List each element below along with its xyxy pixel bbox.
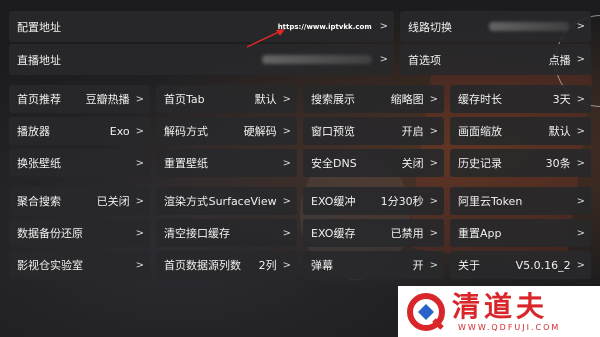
danmaku-value: 开 xyxy=(412,259,424,272)
player-item[interactable]: 播放器 Exo > xyxy=(9,117,150,145)
homepage-columns-item[interactable]: 首页数据源列数 2列 > xyxy=(156,251,297,279)
lab-item[interactable]: 影视仓实验室 > xyxy=(9,251,150,279)
chevron-right-icon: > xyxy=(429,93,438,105)
chevron-right-icon: > xyxy=(429,259,438,271)
about-value: V5.0.16_2 xyxy=(515,258,571,272)
decode-mode-value: 硬解码 xyxy=(243,125,277,138)
about-item[interactable]: 关于 V5.0.16_2 > xyxy=(450,251,591,279)
lab-label: 影视仓实验室 xyxy=(17,259,83,272)
player-value: Exo xyxy=(109,124,130,138)
search-display-label: 搜索展示 xyxy=(311,93,355,106)
render-mode-item[interactable]: 渲染方式 SurfaceView > xyxy=(156,187,297,215)
player-label: 播放器 xyxy=(17,125,50,138)
exo-cache-label: EXO缓存 xyxy=(311,227,356,240)
homepage-columns-label: 首页数据源列数 xyxy=(164,259,241,272)
reset-wallpaper-label: 重置壁纸 xyxy=(164,157,208,170)
clear-cache-item[interactable]: 清空接口缓存 > xyxy=(156,219,297,247)
secure-dns-value: 关闭 xyxy=(401,157,424,170)
cache-duration-value: 3天 xyxy=(552,93,571,106)
chevron-right-icon: > xyxy=(282,125,291,137)
window-preview-label: 窗口预览 xyxy=(311,125,355,138)
screen-zoom-value: 默认 xyxy=(548,125,571,138)
chevron-right-icon: > xyxy=(429,195,438,207)
chevron-right-icon: > xyxy=(135,157,144,169)
chevron-right-icon: > xyxy=(576,125,585,137)
chevron-right-icon: > xyxy=(282,259,291,271)
chevron-right-icon: > xyxy=(135,227,144,239)
chevron-right-icon: > xyxy=(282,195,291,207)
history-label: 历史记录 xyxy=(458,157,502,170)
watermark-url: WWW.QDFUJI.COM xyxy=(458,323,561,332)
aggregate-search-label: 聚合搜索 xyxy=(17,195,61,208)
homepage-recommend-value: 豆瓣热播 xyxy=(85,93,130,106)
settings-screen: 配置地址 https://www.iptvkk.com > 线路切换 > 直播地… xyxy=(0,0,600,337)
search-display-value: 缩略图 xyxy=(390,93,424,106)
exo-cache-item[interactable]: EXO缓存 已禁用 > xyxy=(303,219,444,247)
render-mode-label: 渲染方式 xyxy=(164,195,208,208)
homepage-tab-item[interactable]: 首页Tab 默认 > xyxy=(156,85,297,113)
homepage-recommend-label: 首页推荐 xyxy=(17,93,61,106)
chevron-right-icon: > xyxy=(576,195,585,207)
decode-mode-item[interactable]: 解码方式 硬解码 > xyxy=(156,117,297,145)
change-wallpaper-item[interactable]: 换张壁纸 > xyxy=(9,149,150,177)
danmaku-label: 弹幕 xyxy=(311,259,333,272)
exo-cache-value: 已禁用 xyxy=(390,227,424,240)
clear-cache-label: 清空接口缓存 xyxy=(164,227,230,240)
watermark-title: 清道夫 xyxy=(452,290,549,323)
chevron-right-icon: > xyxy=(135,125,144,137)
cache-duration-item[interactable]: 缓存时长 3天 > xyxy=(450,85,591,113)
about-label: 关于 xyxy=(458,259,480,272)
search-display-item[interactable]: 搜索展示 缩略图 > xyxy=(303,85,444,113)
exo-buffer-item[interactable]: EXO缓冲 1分30秒 > xyxy=(303,187,444,215)
chevron-right-icon: > xyxy=(282,157,291,169)
watermark-logo-icon xyxy=(407,292,445,331)
reset-wallpaper-item[interactable]: 重置壁纸 > xyxy=(156,149,297,177)
aggregate-search-value: 已关闭 xyxy=(96,195,130,208)
screen-zoom-label: 画面缩放 xyxy=(458,125,502,138)
chevron-right-icon: > xyxy=(429,157,438,169)
chevron-right-icon: > xyxy=(135,195,144,207)
screen-zoom-item[interactable]: 画面缩放 默认 > xyxy=(450,117,591,145)
decode-mode-label: 解码方式 xyxy=(164,125,208,138)
exo-buffer-value: 1分30秒 xyxy=(380,195,424,208)
aliyun-token-item[interactable]: 阿里云Token > xyxy=(450,187,591,215)
chevron-right-icon: > xyxy=(576,157,585,169)
homepage-tab-value: 默认 xyxy=(254,93,277,106)
secure-dns-label: 安全DNS xyxy=(311,157,357,170)
aggregate-search-item[interactable]: 聚合搜索 已关闭 > xyxy=(9,187,150,215)
homepage-recommend-item[interactable]: 首页推荐 豆瓣热播 > xyxy=(9,85,150,113)
danmaku-item[interactable]: 弹幕 开 > xyxy=(303,251,444,279)
homepage-columns-value: 2列 xyxy=(258,259,277,272)
data-backup-item[interactable]: 数据备份还原 > xyxy=(9,219,150,247)
render-mode-value: SurfaceView xyxy=(208,194,277,208)
reset-app-label: 重置App xyxy=(458,227,502,240)
data-backup-label: 数据备份还原 xyxy=(17,227,83,240)
secure-dns-item[interactable]: 安全DNS 关闭 > xyxy=(303,149,444,177)
chevron-right-icon: > xyxy=(429,227,438,239)
chevron-right-icon: > xyxy=(135,259,144,271)
exo-buffer-label: EXO缓冲 xyxy=(311,195,356,208)
change-wallpaper-label: 换张壁纸 xyxy=(17,157,61,170)
chevron-right-icon: > xyxy=(282,93,291,105)
watermark: 清道夫 WWW.QDFUJI.COM xyxy=(398,286,600,337)
window-preview-value: 开启 xyxy=(401,125,424,138)
window-preview-item[interactable]: 窗口预览 开启 > xyxy=(303,117,444,145)
reset-app-item[interactable]: 重置App > xyxy=(450,219,591,247)
chevron-right-icon: > xyxy=(282,227,291,239)
history-value: 30条 xyxy=(545,157,571,170)
chevron-right-icon: > xyxy=(429,125,438,137)
history-item[interactable]: 历史记录 30条 > xyxy=(450,149,591,177)
aliyun-token-label: 阿里云Token xyxy=(458,195,523,208)
cache-duration-label: 缓存时长 xyxy=(458,93,502,106)
chevron-right-icon: > xyxy=(576,93,585,105)
chevron-right-icon: > xyxy=(576,259,585,271)
chevron-right-icon: > xyxy=(135,93,144,105)
homepage-tab-label: 首页Tab xyxy=(164,93,205,106)
chevron-right-icon: > xyxy=(576,227,585,239)
